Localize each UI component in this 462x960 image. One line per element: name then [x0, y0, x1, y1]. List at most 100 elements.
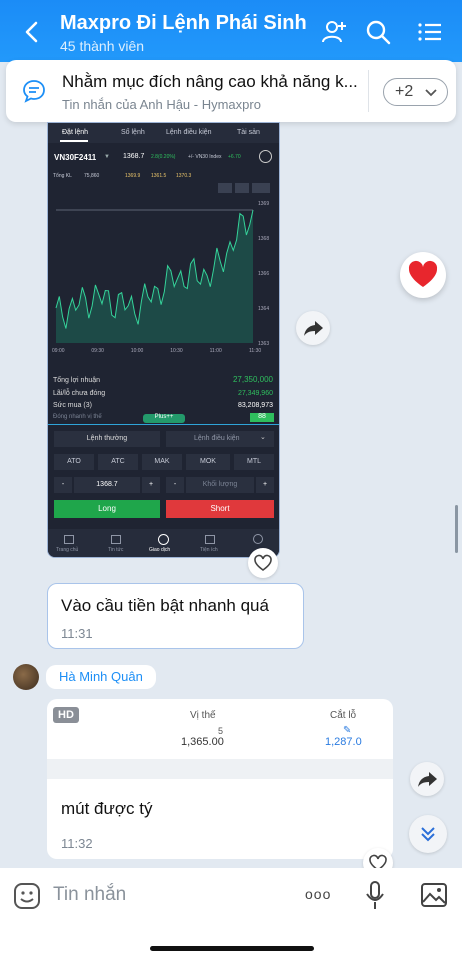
utility-icon[interactable] — [205, 535, 215, 544]
home-indicator — [150, 946, 314, 951]
forward-icon — [418, 772, 437, 787]
col-vi-the: Vị thế — [190, 710, 216, 721]
last-price: 1368.7 — [123, 153, 145, 160]
message-text: mút được tý — [61, 799, 153, 818]
group-title[interactable]: Maxpro Đi Lệnh Phái Sinh — [60, 12, 307, 35]
hd-badge: HD — [53, 707, 79, 723]
symbol[interactable]: VN30F2411 — [54, 153, 96, 162]
atc-button[interactable]: ATC — [98, 454, 138, 470]
position-qty: 5 — [218, 726, 224, 736]
tong-kl-label: Tổng KL — [53, 173, 72, 179]
search-icon[interactable] — [364, 18, 392, 46]
pinned-more-button[interactable]: +2 — [383, 78, 448, 106]
trade-icon[interactable] — [158, 534, 169, 545]
row-value-2: 83,208,973 — [237, 402, 273, 409]
nav-giao-dich[interactable]: Giao dịch — [149, 547, 170, 553]
row-value-0: 27,350,000 — [232, 375, 273, 384]
shared-screenshot[interactable]: Đặt lệnh Sổ lệnh Lệnh điều kiện Tài sản … — [47, 122, 280, 558]
scroll-down-button[interactable] — [409, 815, 447, 853]
message-time: 11:31 — [61, 626, 93, 641]
forward-button[interactable] — [296, 311, 330, 345]
account-icon[interactable] — [253, 534, 263, 544]
nav-tin-tuc[interactable]: Tin tức — [108, 547, 123, 553]
double-chevron-down-icon — [421, 827, 435, 842]
timeframe-button[interactable] — [252, 183, 270, 193]
pinned-source: Tin nhắn của Anh Hậu - Hymaxpro — [62, 97, 261, 112]
qty-minus-button[interactable]: - — [166, 477, 184, 493]
y-tick-label: 1369 — [258, 201, 269, 207]
chevron-down-icon: ⌄ — [260, 434, 266, 441]
heart-reaction[interactable] — [400, 252, 446, 298]
forward-icon — [304, 321, 323, 336]
y-tick-label: 1366 — [258, 271, 269, 277]
member-count[interactable]: 45 thành viên — [60, 38, 144, 54]
mok-button[interactable]: MOK — [186, 454, 230, 470]
image-icon[interactable] — [420, 882, 448, 908]
x-tick-label: 09:30 — [91, 348, 104, 354]
forward-button[interactable] — [410, 762, 444, 796]
row-label-2: Sức mua (3) — [53, 402, 92, 409]
row-value-1: 27,349,960 — [237, 390, 273, 397]
nav-trang-chu[interactable]: Trang chủ — [56, 547, 78, 553]
microphone-icon[interactable] — [364, 880, 386, 912]
x-tick-label: 10:30 — [170, 348, 183, 354]
edit-icon[interactable]: ✎ — [343, 725, 351, 736]
quote-1: 1369.9 — [125, 173, 141, 179]
chart-area — [56, 210, 253, 343]
y-tick-label: 1363 — [258, 341, 269, 347]
index-label: +/- VN30 Index — [188, 154, 222, 160]
sender-name[interactable]: Hà Minh Quân — [46, 665, 156, 689]
price-chart[interactable]: 1369 1368 1366 1364 1363 09:00 09:30 10:00 10:30… — [48, 193, 280, 371]
back-icon[interactable] — [18, 18, 46, 46]
price-input[interactable]: 1368.7 — [74, 477, 140, 493]
price-minus-button[interactable]: - — [54, 477, 72, 493]
heart-icon — [408, 260, 438, 287]
mtl-button[interactable]: MTL — [234, 454, 274, 470]
candle-chart-button[interactable] — [235, 183, 249, 193]
tab-lenh-dieu-kien[interactable]: Lệnh điều kiện — [166, 129, 212, 136]
more-options-icon[interactable]: ooo — [305, 886, 331, 902]
pinned-divider — [368, 70, 369, 112]
pinned-more-count: +2 — [395, 83, 414, 100]
price-plus-button[interactable]: + — [142, 477, 160, 493]
active-tab-indicator — [60, 140, 88, 142]
tab-tai-san[interactable]: Tài sản — [237, 129, 260, 136]
avatar[interactable] — [13, 664, 39, 690]
qty-plus-button[interactable]: + — [256, 477, 274, 493]
order-type-select[interactable]: Lệnh thường — [54, 431, 160, 447]
message-time: 11:32 — [61, 836, 93, 851]
message-input[interactable]: Tin nhắn — [53, 884, 126, 906]
tab-dat-lenh[interactable]: Đặt lệnh — [62, 129, 88, 136]
row-label-0: Tổng lợi nhuận — [53, 377, 101, 384]
quote-3: 1370.3 — [176, 173, 192, 179]
cond-order-select[interactable]: Lệnh điều kiện — [166, 431, 274, 447]
pinned-text: Nhằm mục đích nâng cao khả năng k... — [62, 72, 358, 91]
tab-so-lenh[interactable]: Sổ lệnh — [121, 129, 145, 136]
quote-2: 1361.5 — [151, 173, 167, 179]
scrollbar[interactable] — [455, 505, 458, 553]
position-card-message[interactable]: HD Vị thế Cắt lỗ 5 1,365.00 ✎ 1,287.0 mú… — [47, 699, 393, 859]
home-icon[interactable] — [64, 535, 74, 544]
add-member-icon[interactable] — [320, 18, 348, 46]
nav-tien-ich[interactable]: Tiện ích — [200, 547, 218, 553]
menu-icon[interactable] — [416, 18, 444, 46]
plus-button[interactable]: Plus++ — [143, 414, 185, 423]
long-button[interactable]: Long — [54, 500, 160, 518]
message-text: Vào cầu tiền bật nhanh quá — [61, 596, 269, 615]
row-label-3: Đóng nhanh vị thế — [53, 414, 102, 420]
card-divider — [47, 759, 393, 779]
heart-outline-icon — [254, 554, 272, 571]
ato-button[interactable]: ATO — [54, 454, 94, 470]
settings-icon[interactable] — [259, 150, 272, 163]
short-button[interactable]: Short — [166, 500, 274, 518]
x-tick-label: 11:30 — [249, 348, 261, 354]
row-value-3[interactable]: 88 — [250, 413, 274, 422]
col-cat-lo: Cắt lỗ — [330, 710, 357, 721]
react-button[interactable] — [248, 548, 278, 578]
mak-button[interactable]: MAK — [142, 454, 182, 470]
line-chart-button[interactable] — [218, 183, 232, 193]
pinned-message[interactable]: Nhằm mục đích nâng cao khả năng k... Tin… — [6, 60, 456, 122]
qty-input[interactable]: Khối lượng — [186, 477, 254, 493]
sticker-icon[interactable] — [13, 882, 41, 910]
news-icon[interactable] — [111, 535, 121, 544]
